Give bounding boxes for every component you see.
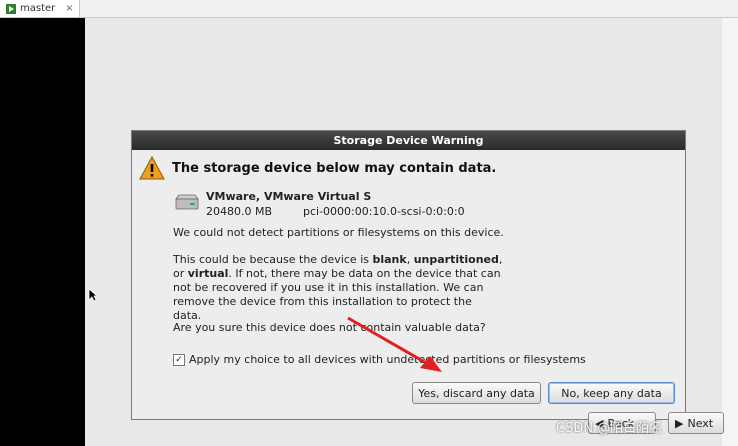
dialog-heading: The storage device below may contain dat… bbox=[172, 161, 497, 176]
discard-data-button[interactable]: Yes, discard any data bbox=[412, 382, 541, 404]
close-icon[interactable]: × bbox=[65, 3, 73, 14]
next-button[interactable]: ▶ Next bbox=[668, 412, 724, 434]
vm-play-icon bbox=[6, 3, 16, 14]
csdn-watermark: CSDN @陌白陌名 bbox=[556, 421, 663, 436]
tab-master[interactable]: master × bbox=[0, 0, 80, 17]
device-size: 20480.0 MB bbox=[206, 205, 273, 218]
tab-strip: master × bbox=[0, 0, 738, 18]
tab-label: master bbox=[20, 3, 56, 14]
dialog-title: Storage Device Warning bbox=[132, 131, 685, 150]
device-name: VMware, VMware Virtual S bbox=[206, 190, 372, 203]
detect-message: We could not detect partitions or filesy… bbox=[173, 226, 504, 239]
next-label: Next bbox=[687, 416, 714, 430]
arrow-right-icon: ▶ bbox=[675, 416, 684, 430]
device-path: pci-0000:00:10.0-scsi-0:0:0:0 bbox=[303, 205, 465, 218]
reason-message: This could be because the device is blan… bbox=[173, 253, 503, 322]
keep-data-button[interactable]: No, keep any data bbox=[548, 382, 675, 404]
hard-disk-icon bbox=[175, 194, 199, 210]
apply-all-checkbox[interactable]: ✓ bbox=[173, 353, 185, 366]
scrollbar[interactable] bbox=[722, 18, 738, 446]
annotation-arrow-icon bbox=[347, 316, 442, 372]
warning-icon bbox=[139, 156, 165, 180]
mouse-cursor-icon bbox=[88, 288, 98, 302]
